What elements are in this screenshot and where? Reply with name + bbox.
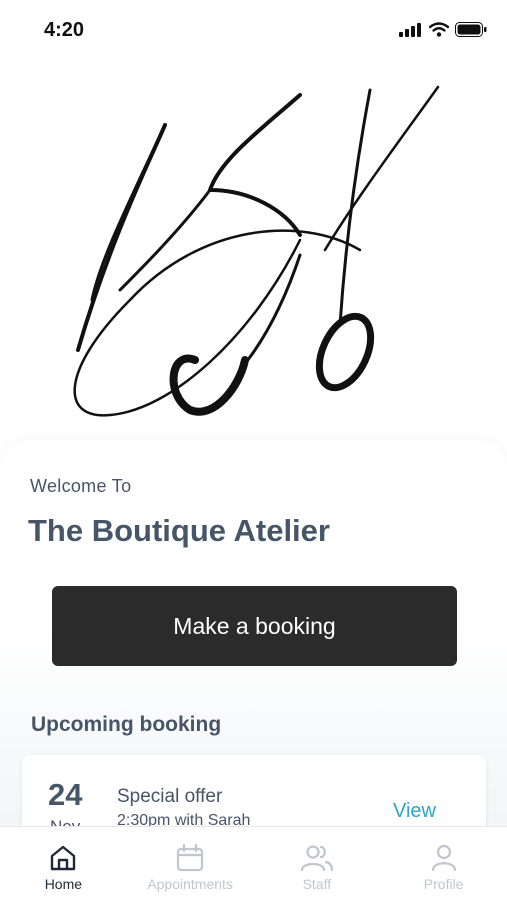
users-icon xyxy=(300,845,333,872)
wifi-icon xyxy=(429,22,449,37)
battery-icon xyxy=(455,22,487,37)
tab-home[interactable]: Home xyxy=(0,827,127,900)
upcoming-booking-heading: Upcoming booking xyxy=(31,713,222,736)
calendar-icon xyxy=(177,843,204,872)
status-icons xyxy=(399,22,487,37)
welcome-text: Welcome To xyxy=(30,476,132,496)
tab-staff[interactable]: Staff xyxy=(254,827,381,900)
cellular-signal-icon xyxy=(399,22,421,37)
home-icon xyxy=(51,845,76,871)
salon-logo xyxy=(73,85,440,417)
status-bar: 4:20 xyxy=(0,0,507,60)
bottom-tab-bar: Home Appointments Staff Profile xyxy=(0,826,507,900)
booking-title: Special offer xyxy=(117,786,223,807)
make-booking-button[interactable]: Make a booking xyxy=(52,586,457,666)
tab-staff-label: Staff xyxy=(302,876,332,892)
tab-home-label: Home xyxy=(44,876,83,892)
tab-appointments[interactable]: Appointments xyxy=(127,827,254,900)
salon-name: The Boutique Atelier xyxy=(28,513,330,548)
status-time: 4:20 xyxy=(44,19,85,41)
tab-profile[interactable]: Profile xyxy=(380,827,507,900)
tab-profile-label: Profile xyxy=(423,876,464,892)
user-icon xyxy=(431,844,456,872)
view-booking-link[interactable]: View xyxy=(393,800,436,823)
booking-day: 24 xyxy=(48,777,83,812)
tab-appointments-label: Appointments xyxy=(147,876,233,892)
